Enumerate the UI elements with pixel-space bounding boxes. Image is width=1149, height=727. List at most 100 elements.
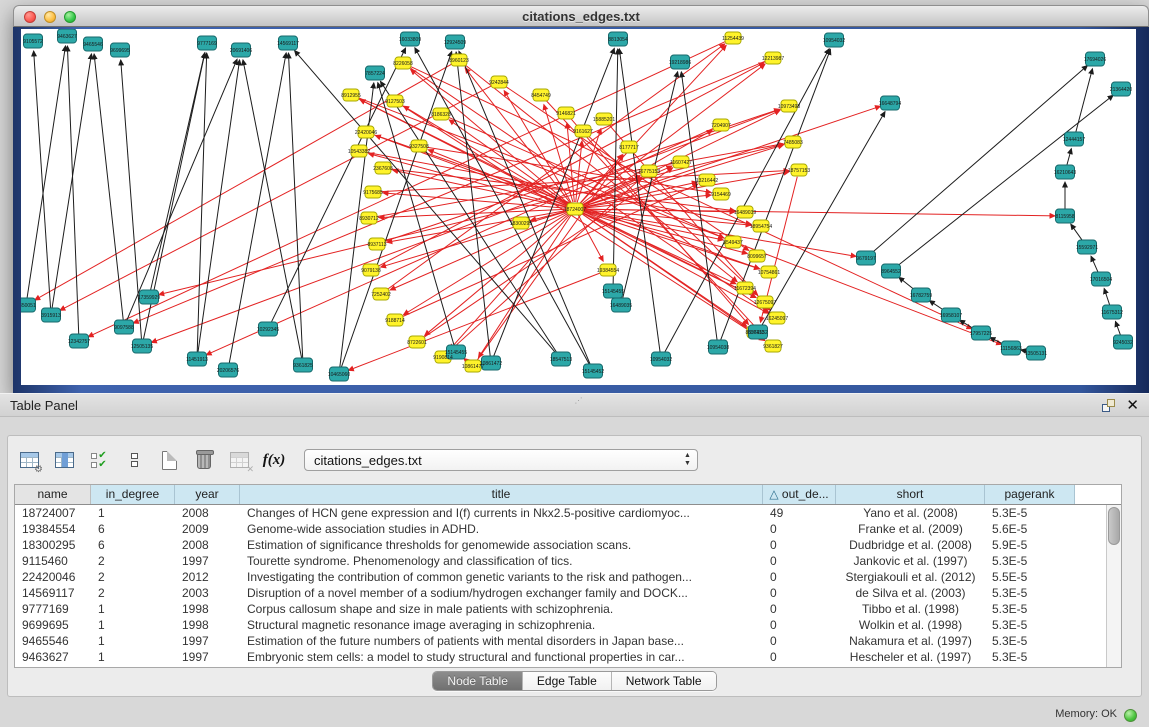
column-header-year[interactable]: year [175,485,240,504]
column-visibility-icon[interactable] [86,447,112,473]
graph-node-label: 11672394 [734,286,756,292]
network-frame: 1872400718300295193845548226058891295591… [13,27,1149,393]
graph-node-label: 10292345 [257,327,279,333]
table-row[interactable]: 911546021997Tourette syndrome. Phenomeno… [15,553,1121,569]
graph-node-label: 12342757 [68,339,90,345]
graph-node-label: 11451913 [186,357,208,363]
graph-node-label: 8099657 [747,254,767,260]
table-cell-year: 1998 [175,601,240,617]
table-row[interactable]: 969969511998Structural magnetic resonanc… [15,617,1121,633]
table-cell-in_degree: 6 [91,521,175,537]
graph-node-label: 16782759 [910,293,932,299]
table-cell-title: Structural magnetic resonance image aver… [240,617,763,633]
graph-node-label: 12505135 [131,344,153,350]
graph-node-label: 9679197 [856,256,876,262]
table-cell-in_degree: 1 [91,633,175,649]
table-cell-pagerank: 5.3E-5 [985,601,1075,617]
table-cell-name: 9115460 [15,553,91,569]
graph-node-label: 9161627 [573,129,593,135]
table-cell-in_degree: 6 [91,537,175,553]
table-row[interactable]: 1456911722003Disruption of a novel membe… [15,585,1121,601]
tab-edge-table[interactable]: Edge Table [523,672,612,690]
table-cell-year: 2009 [175,521,240,537]
table-cell-short: Jankovic et al. (1997) [836,553,985,569]
table-cell-year: 2008 [175,537,240,553]
table-cell-out_degree: 0 [763,521,836,537]
column-header-pagerank[interactable]: pagerank [985,485,1075,504]
table-cell-short: Stergiakouli et al. (2012) [836,569,985,585]
table-selector-dropdown[interactable]: citations_edges.txt [304,449,698,471]
table-header-row: namein_degreeyeartitle△ out_de...shortpa… [15,485,1121,505]
table-cell-year: 2008 [175,505,240,521]
table-row[interactable]: 1938455462009Genome-wide association stu… [15,521,1121,537]
delete-column-icon[interactable] [191,447,217,473]
resize-grip-icon[interactable] [575,397,585,405]
network-canvas[interactable]: 1872400718300295193845548226058891295591… [21,29,1136,385]
table-cell-name: 18724007 [15,505,91,521]
dropdown-stepper-icon [681,452,694,468]
graph-node-label: 21364420 [1110,87,1132,93]
graph-node-label: 7857224 [365,71,385,77]
table-row[interactable]: 946362711997Embryonic stem cells: a mode… [15,649,1121,665]
graph-node-label: 9175685 [363,190,383,196]
graph-node-label: 12213987 [762,56,784,62]
function-builder-icon[interactable]: f(x) [261,447,287,473]
table-row[interactable]: 2242004622012Investigating the contribut… [15,569,1121,585]
table-cell-year: 1997 [175,649,240,665]
graph-node-label: 8226058 [393,61,413,67]
table-scrollbar[interactable] [1106,505,1121,667]
window-titlebar[interactable]: citations_edges.txt [13,5,1149,27]
table-cell-name: 9465546 [15,633,91,649]
graph-node-label: 9777169 [197,41,217,47]
column-header-name[interactable]: name [15,485,91,504]
scrollbar-thumb[interactable] [1108,507,1120,545]
table-row[interactable]: 1830029562008Estimation of significance … [15,537,1121,553]
table-cell-year: 1997 [175,553,240,569]
network-window: citations_edges.txt 18724007183002951938… [13,5,1149,393]
table-cell-name: 22420046 [15,569,91,585]
graph-node-label: 10754861 [758,270,780,276]
table-row[interactable]: 946554611997Estimation of the future num… [15,633,1121,649]
table-cell-title: Disruption of a novel member of a sodium… [240,585,763,601]
table-cell-title: Genome-wide association studies in ADHD. [240,521,763,537]
table-cell-name: 18300295 [15,537,91,553]
graph-node-label: 7252402 [371,292,391,298]
graph-node-label: 11675312 [1101,310,1123,316]
table-cell-name: 9699695 [15,617,91,633]
graph-node-label: 8813054 [608,37,628,43]
table-cell-out_degree: 0 [763,585,836,601]
table-cell-short: Wolkin et al. (1998) [836,617,985,633]
row-height-icon[interactable] [121,447,147,473]
table-row[interactable]: 1872400712008Changes of HCN gene express… [15,505,1121,521]
graph-node-label: 9699695 [110,48,130,54]
graph-node-label: 15145452 [582,369,604,375]
column-header-out_de[interactable]: △ out_de... [763,485,836,504]
graph-node-label: 17957225 [970,331,992,337]
graph-node-label: 17359929 [138,295,160,301]
graph-node-label: 9463627 [57,34,77,40]
tab-network-table[interactable]: Network Table [612,672,716,690]
select-column-icon[interactable] [51,447,77,473]
table-settings-icon[interactable] [16,447,42,473]
close-panel-icon[interactable] [1126,396,1139,414]
float-panel-icon[interactable] [1102,399,1115,412]
graph-node-label: 13505131 [1025,351,1047,357]
column-header-in_degree[interactable]: in_degree [91,485,175,504]
column-header-title[interactable]: title [240,485,763,504]
graph-node-label: 18547513 [550,357,572,363]
graph-node-label: 9242844 [489,80,509,86]
graph-node-label: 17694026 [1084,57,1106,63]
graph-node-label: 9154469 [711,192,731,198]
table-panel: Table Panel f(x) [0,393,1149,727]
graph-node-label: 8930712 [359,216,379,222]
table-cell-pagerank: 5.3E-5 [985,649,1075,665]
graph-node-label: 9188714 [385,318,405,324]
table-cell-pagerank: 5.3E-5 [985,617,1075,633]
graph-node-label: 16648794 [879,101,901,107]
table-cell-year: 2012 [175,569,240,585]
new-column-icon[interactable] [156,447,182,473]
table-row[interactable]: 977716911998Corpus callosum shape and si… [15,601,1121,617]
column-header-short[interactable]: short [836,485,985,504]
tab-node-table[interactable]: Node Table [433,672,523,690]
table-tabs: Node TableEdge TableNetwork Table [432,671,716,691]
